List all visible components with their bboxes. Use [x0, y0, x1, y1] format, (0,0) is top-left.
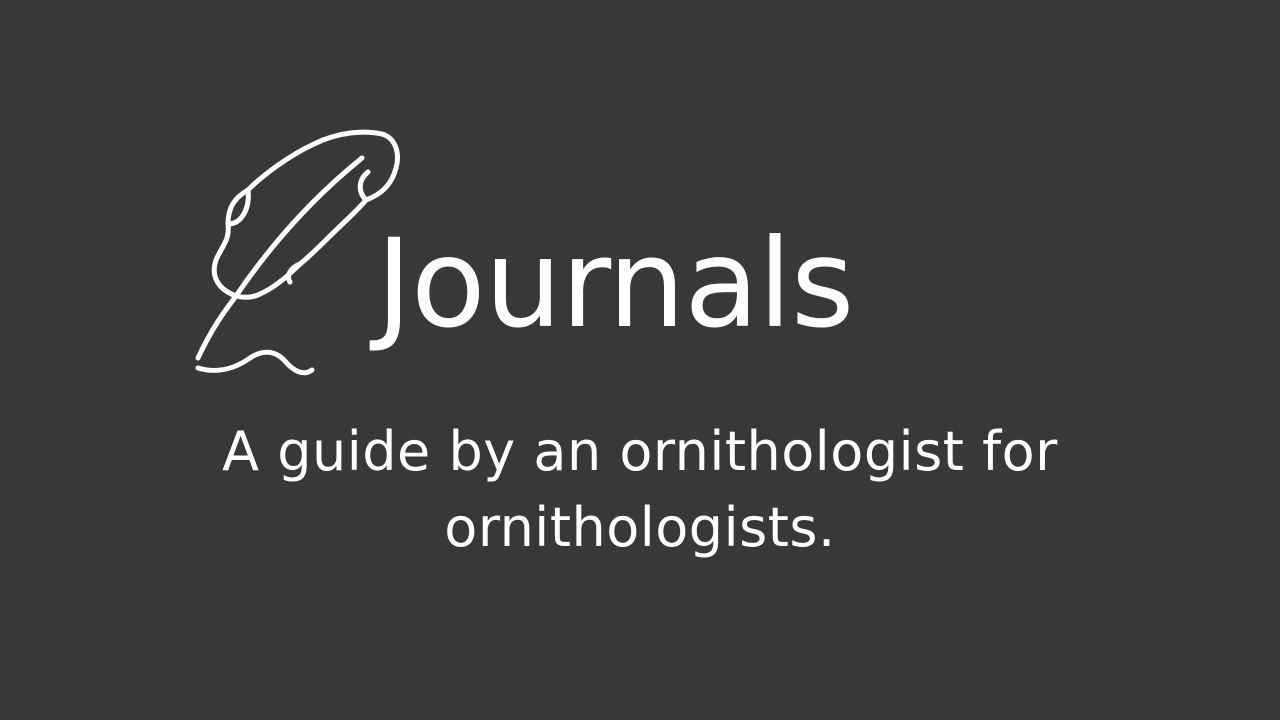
- page-title: Journals: [376, 213, 854, 355]
- title-slide: Journals A guide by an ornithologist for…: [0, 0, 1280, 720]
- quill-pen-icon: [195, 129, 400, 376]
- logo-lockup: Journals: [190, 128, 950, 388]
- subtitle: A guide by an ornithologist for ornithol…: [222, 420, 1058, 559]
